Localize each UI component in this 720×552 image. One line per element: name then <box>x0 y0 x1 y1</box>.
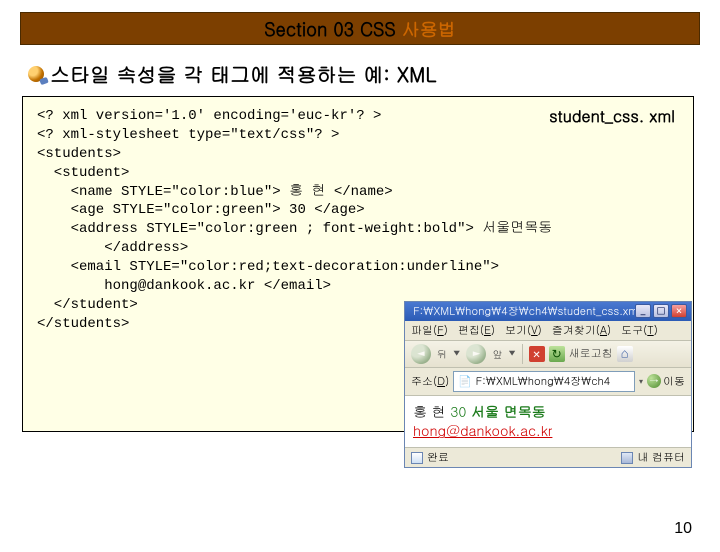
section-title-right: 사용법 <box>402 17 456 42</box>
go-icon: → <box>647 374 661 388</box>
rendered-age: 30 <box>450 401 466 421</box>
menu-tools[interactable]: 도구(T) <box>621 323 658 338</box>
menu-view[interactable]: 보기(V) <box>505 323 542 338</box>
bullet-icon <box>28 66 44 82</box>
address-label: 주소(D) <box>411 374 449 389</box>
browser-content: 홍 현 30 서울 면목동 hong@dankook.ac.kr <box>405 396 691 447</box>
refresh-icon[interactable] <box>549 346 565 362</box>
close-button[interactable]: × <box>671 304 687 318</box>
status-done: 완료 <box>427 450 449 465</box>
back-button[interactable]: ◄ <box>411 344 431 364</box>
browser-menubar: 파일(F) 편집(E) 보기(V) 즐겨찾기(A) 도구(T) <box>405 321 691 341</box>
browser-toolbar: ◄ 뒤 ▼ ► 앞 ▼ 새로고침 <box>405 341 691 368</box>
rendered-name: 홍 현 <box>413 401 446 421</box>
maximize-button[interactable]: □ <box>653 304 669 318</box>
window-controls: _ □ × <box>635 304 687 318</box>
slide-heading-text: 스타일 속성을 각 태그에 적용하는 예: XML <box>50 59 436 88</box>
page-number: 10 <box>674 520 692 538</box>
stop-icon[interactable] <box>529 346 545 362</box>
forward-button[interactable]: ► <box>466 344 486 364</box>
document-icon <box>411 452 423 464</box>
minimize-button[interactable]: _ <box>635 304 651 318</box>
menu-favorites[interactable]: 즐겨찾기(A) <box>552 323 611 338</box>
browser-titlebar: F:\XML\hong\4장\ch4\student_css.xml - ...… <box>405 302 691 321</box>
browser-window: F:\XML\hong\4장\ch4\student_css.xml - ...… <box>404 301 692 468</box>
my-computer-icon <box>621 452 633 464</box>
status-location: 내 컴퓨터 <box>637 450 685 465</box>
browser-title-text: F:\XML\hong\4장\ch4\student_css.xml - ... <box>413 304 635 319</box>
rendered-email: hong@dankook.ac.kr <box>413 420 552 440</box>
refresh-label: 새로고침 <box>569 346 613 361</box>
separator <box>522 344 523 364</box>
address-input[interactable]: 📄 F:\XML\hong\4장\ch4 <box>453 371 635 392</box>
browser-addressbar: 주소(D) 📄 F:\XML\hong\4장\ch4 ▾ → 이동 <box>405 368 691 396</box>
code-content: <? xml version='1.0' encoding='euc-kr'? … <box>37 107 681 334</box>
section-title-left: Section 03 CSS <box>264 17 402 42</box>
forward-label: 앞 <box>492 347 502 361</box>
go-label: 이동 <box>663 374 685 389</box>
home-icon[interactable] <box>617 346 633 362</box>
browser-statusbar: 완료 내 컴퓨터 <box>405 447 691 467</box>
rendered-address: 서울 면목동 <box>471 401 546 421</box>
chevron-down-icon[interactable]: ▼ <box>453 348 460 359</box>
slide-heading: 스타일 속성을 각 태그에 적용하는 예: XML <box>28 59 720 88</box>
chevron-down-icon[interactable]: ▼ <box>508 348 515 359</box>
back-label: 뒤 <box>437 347 447 361</box>
code-filename: student_css. xml <box>549 105 675 127</box>
go-button[interactable]: → 이동 <box>647 374 685 389</box>
section-title-bar: Section 03 CSS 사용법 <box>20 12 700 45</box>
menu-file[interactable]: 파일(F) <box>411 323 448 338</box>
menu-edit[interactable]: 편집(E) <box>458 323 495 338</box>
address-dropdown-icon[interactable]: ▾ <box>639 376 643 387</box>
